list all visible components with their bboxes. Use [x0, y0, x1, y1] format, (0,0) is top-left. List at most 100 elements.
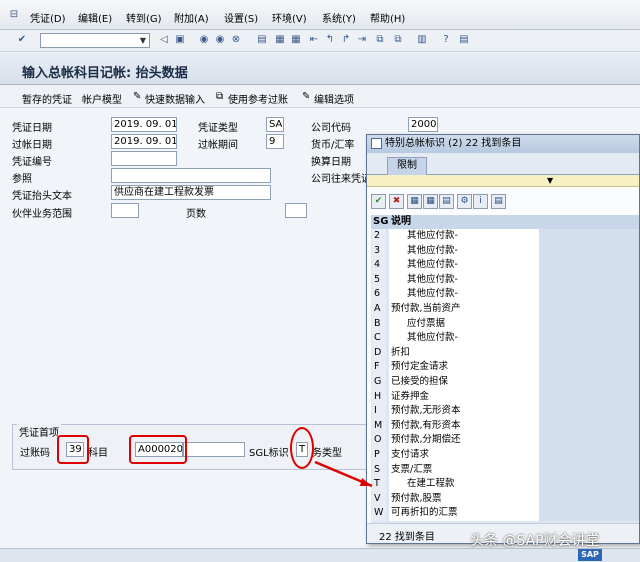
find-icon[interactable]: ▦: [274, 34, 286, 46]
list-item[interactable]: 6 其他应付款-: [371, 287, 639, 302]
row-filler: [539, 418, 639, 434]
list-item[interactable]: V 预付款,股票: [371, 491, 639, 507]
row-filler: [539, 506, 639, 521]
first-page-icon[interactable]: ⇤: [308, 34, 320, 46]
list-item[interactable]: B 应付票据: [371, 316, 639, 332]
list-item[interactable]: H 证券押金: [371, 389, 639, 405]
help-icon[interactable]: ?: [440, 34, 452, 46]
tab-restrictions[interactable]: 限制: [387, 157, 427, 175]
menu-icon[interactable]: ⊟: [8, 9, 20, 21]
fast-entry-button[interactable]: 快速数据输入: [145, 91, 205, 106]
list-item[interactable]: F 预付定金请求: [371, 360, 639, 375]
shortcut-icon[interactable]: ⧉: [392, 34, 404, 46]
back-arrow-icon[interactable]: ◁: [158, 34, 170, 46]
row-filler: [539, 433, 639, 448]
period-label: 过帐期间: [198, 140, 238, 151]
menu-settings[interactable]: 设置(S): [224, 10, 258, 25]
list-item[interactable]: A 预付款,当前资产: [371, 302, 639, 317]
list-item[interactable]: T 在建工程款: [371, 477, 639, 492]
sg-code: H: [372, 389, 386, 405]
print-popup-icon[interactable]: ▤: [491, 194, 506, 209]
row-filler: [539, 448, 639, 463]
restrictions-toggle-bar[interactable]: ▼: [367, 175, 639, 187]
save-icon[interactable]: ▣: [174, 34, 186, 46]
account-model-button[interactable]: 帐户模型: [82, 91, 122, 106]
company-code-label: 公司代码: [311, 123, 351, 134]
menu-help[interactable]: 帮助(H): [370, 10, 405, 25]
edit-options-icon[interactable]: ✎: [302, 91, 310, 102]
header-text-field[interactable]: 供应商在建工程款发票: [111, 185, 271, 200]
list-item[interactable]: 5 其他应付款-: [371, 272, 639, 288]
info-icon[interactable]: i: [473, 194, 488, 209]
reference-icon[interactable]: ⧉: [216, 91, 223, 102]
doc-date-field[interactable]: 2019. 09. 01: [111, 117, 177, 132]
partner-field[interactable]: [111, 203, 139, 218]
menu-goto[interactable]: 转到(G): [126, 10, 162, 25]
post-with-ref-button[interactable]: 使用参考过账: [228, 91, 288, 106]
menu-edit[interactable]: 编辑(E): [78, 10, 112, 25]
menu-extras[interactable]: 附加(A): [174, 10, 209, 25]
exit-icon[interactable]: ◉: [214, 34, 226, 46]
period-field[interactable]: 9: [266, 134, 284, 149]
sg-description: 在建工程款: [389, 477, 469, 492]
menu-voucher[interactable]: 凭证(D): [30, 10, 66, 25]
list-item[interactable]: C 其他应付款-: [371, 331, 639, 346]
list-item[interactable]: W 可再折扣的汇票: [371, 506, 639, 521]
row-filler: [539, 477, 639, 492]
list-item[interactable]: G 已接受的担保: [371, 375, 639, 390]
sg-code: C: [372, 331, 386, 346]
pages-field[interactable]: [285, 203, 307, 218]
list-item[interactable]: O 预付款,分期偿还: [371, 433, 639, 448]
back-icon[interactable]: ◉: [198, 34, 210, 46]
list-item[interactable]: S 支票/汇票: [371, 462, 639, 478]
fast-entry-icon[interactable]: ✎: [133, 91, 141, 102]
doc-no-field[interactable]: [111, 151, 177, 166]
prev-page-icon[interactable]: ↰: [324, 34, 336, 46]
find-next-icon[interactable]: ▦: [290, 34, 302, 46]
last-page-icon[interactable]: ⇥: [356, 34, 368, 46]
dropdown-arrow-icon[interactable]: ▼: [138, 35, 148, 46]
doc-type-field[interactable]: SA: [266, 117, 284, 132]
list-item[interactable]: I 预付款,无形资本: [371, 404, 639, 419]
list-item[interactable]: 2 其他应付款-: [371, 229, 639, 244]
settings-popup-icon[interactable]: ⚙: [457, 194, 472, 209]
expand-triangle-icon[interactable]: ▼: [547, 175, 553, 187]
find-popup-icon[interactable]: ▦: [407, 194, 422, 209]
standard-toolbar: ✔ ▼ ◁ ▣ ◉ ◉ ⊗ ▤ ▦ ▦ ⇤ ↰ ↱ ⇥ ⧉ ⧉ ▥ ? ▤: [0, 30, 640, 52]
layout-icon[interactable]: ▥: [416, 34, 428, 46]
row-filler: [539, 491, 639, 507]
account-field-ext[interactable]: [183, 442, 245, 457]
edit-options-button[interactable]: 编辑选项: [314, 91, 354, 106]
menu-environment[interactable]: 环境(V): [272, 10, 307, 25]
list-item[interactable]: M 预付款,有形资本: [371, 418, 639, 434]
highlight-posting-key: [57, 435, 89, 464]
reference-field[interactable]: [111, 168, 271, 183]
list-item[interactable]: 3 其他应付款-: [371, 243, 639, 259]
post-date-field[interactable]: 2019. 09. 01: [111, 134, 177, 149]
next-page-icon[interactable]: ↱: [340, 34, 352, 46]
list-item[interactable]: P 支付请求: [371, 448, 639, 463]
parked-docs-button[interactable]: 暂存的凭证: [22, 91, 72, 106]
new-session-icon[interactable]: ⧉: [374, 34, 386, 46]
sort-icon[interactable]: ▤: [439, 194, 454, 209]
print-icon[interactable]: ▤: [256, 34, 268, 46]
status-bar: [0, 548, 640, 562]
list-item[interactable]: 4 其他应付款-: [371, 258, 639, 273]
sg-code: 2: [372, 229, 386, 244]
customize-icon[interactable]: ▤: [458, 34, 470, 46]
row-spacer: [469, 477, 539, 492]
find-next-popup-icon[interactable]: ▦: [423, 194, 438, 209]
confirm-icon[interactable]: ✔: [371, 194, 386, 209]
enter-icon[interactable]: ✔: [16, 34, 28, 46]
sg-description: 应付票据: [389, 316, 469, 332]
cancel-icon[interactable]: ⊗: [230, 34, 242, 46]
menu-system[interactable]: 系统(Y): [322, 10, 356, 25]
cancel-popup-icon[interactable]: ✖: [389, 194, 404, 209]
popup-window-icon: [371, 138, 382, 149]
list-item[interactable]: D 折扣: [371, 345, 639, 361]
row-filler: [539, 258, 639, 273]
reference-label: 参照: [12, 174, 32, 185]
company-code-field[interactable]: 2000: [408, 117, 438, 132]
command-field[interactable]: ▼: [40, 33, 150, 48]
sg-description: 预付定金请求: [389, 360, 469, 375]
